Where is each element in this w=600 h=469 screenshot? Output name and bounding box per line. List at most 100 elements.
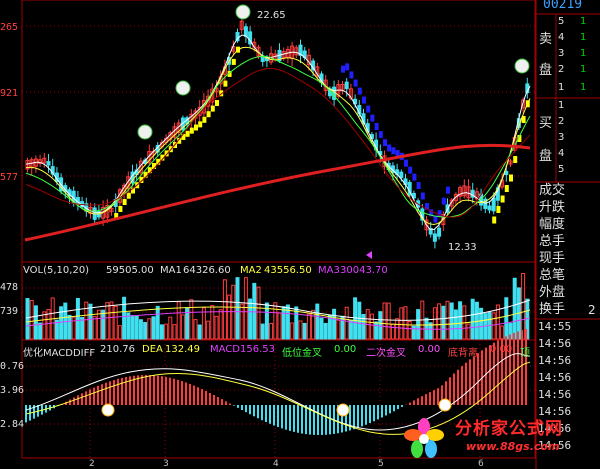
chart-canvas bbox=[21, 0, 600, 469]
watermark-url: www.88gs.com bbox=[466, 440, 560, 453]
tick-time: 14:56 bbox=[538, 354, 572, 367]
trend-block-down bbox=[391, 147, 396, 155]
volume-bar bbox=[33, 305, 38, 340]
trend-block-up bbox=[202, 116, 207, 123]
volume-bar bbox=[340, 315, 345, 340]
macd-indicator-name[interactable]: 优化MACDDIFF bbox=[23, 344, 95, 359]
volume-bar bbox=[134, 315, 139, 340]
volume-bar bbox=[193, 319, 198, 340]
buy-label-2: 盘 bbox=[539, 149, 553, 164]
volume-bar bbox=[172, 324, 177, 340]
trend-block-down bbox=[404, 159, 408, 167]
trend-block-down bbox=[366, 105, 371, 113]
buy-level: 5 bbox=[558, 164, 565, 175]
volume-bar bbox=[218, 309, 223, 340]
vol-ma3-label: MA3 bbox=[318, 265, 340, 276]
volume-bar bbox=[239, 303, 244, 340]
trend-block-up bbox=[126, 192, 131, 199]
volume-bar bbox=[281, 306, 286, 340]
sell-value: 1 bbox=[580, 16, 587, 27]
top-label: 顶 bbox=[520, 348, 530, 359]
volume-bar bbox=[256, 286, 261, 340]
macd-axis-label-low: 2.84 bbox=[0, 419, 25, 430]
volume-bar bbox=[336, 319, 341, 340]
vol-ma1-label: MA1 bbox=[160, 265, 182, 276]
volume-bar bbox=[159, 324, 164, 340]
candle-body bbox=[504, 170, 509, 176]
trend-block-down bbox=[362, 96, 366, 104]
buy-level: 3 bbox=[558, 132, 565, 143]
trend-block-up bbox=[231, 58, 236, 65]
volume-bar bbox=[302, 322, 307, 340]
macd-macd-label: MACD bbox=[210, 344, 240, 355]
volume-bar bbox=[75, 298, 80, 340]
volume-bar bbox=[210, 305, 215, 340]
volume-bar bbox=[491, 312, 496, 340]
trend-block-down bbox=[383, 139, 387, 147]
candle-body bbox=[487, 205, 492, 211]
trend-block-down bbox=[441, 197, 446, 205]
volume-bar bbox=[298, 320, 303, 340]
field-label: 幅度 bbox=[539, 217, 566, 232]
volume-bar bbox=[189, 299, 194, 340]
volume-bar bbox=[500, 325, 505, 340]
trend-block-up bbox=[504, 185, 509, 192]
trend-block-up bbox=[206, 111, 211, 118]
trend-block-up bbox=[513, 156, 518, 163]
volume-bar bbox=[243, 277, 248, 340]
volume-chart bbox=[25, 272, 531, 340]
volume-bar bbox=[113, 305, 118, 340]
volume-bar bbox=[222, 279, 227, 340]
volume-bar bbox=[248, 298, 253, 340]
trend-block-up bbox=[223, 80, 228, 87]
volume-bar bbox=[437, 303, 442, 340]
price-axis-label-mid: 921 bbox=[0, 88, 19, 99]
field-label: 成交 bbox=[539, 183, 566, 198]
volume-bar bbox=[332, 308, 337, 340]
volume-bar bbox=[29, 300, 34, 340]
signal-smiley-icon bbox=[514, 58, 530, 74]
field-label: 升跌 bbox=[539, 200, 566, 215]
volume-bar bbox=[399, 307, 404, 340]
vol-indicator-name[interactable]: VOL(5,10,20) bbox=[23, 265, 89, 276]
macd-axis-label-top: 0.76 bbox=[0, 361, 25, 372]
ma-line-long bbox=[24, 143, 531, 242]
watermark-title: 分析家公式网 bbox=[455, 419, 563, 439]
volume-bar bbox=[323, 322, 328, 340]
low-cross-value: 0.00 bbox=[334, 344, 357, 355]
volume-bar bbox=[180, 314, 185, 340]
sell-label-2: 盘 bbox=[539, 63, 553, 78]
price-chart bbox=[24, 4, 531, 259]
volume-bar bbox=[151, 316, 156, 340]
volume-bar bbox=[382, 302, 387, 340]
buy-level: 2 bbox=[558, 116, 565, 127]
signal-smiley-icon bbox=[175, 80, 191, 96]
volume-bar bbox=[273, 302, 278, 340]
signal-smiley-icon bbox=[235, 4, 251, 20]
trend-block-up bbox=[181, 133, 186, 140]
vol-ma3-value: 30043.70 bbox=[340, 265, 388, 276]
volume-bar bbox=[130, 315, 135, 340]
vol-axis-label-top: 478 bbox=[0, 282, 19, 293]
divergence-value: 0.00 bbox=[490, 344, 513, 355]
field-label: 换手 bbox=[539, 302, 566, 317]
volume-bar bbox=[235, 277, 240, 340]
candle-body bbox=[399, 171, 404, 179]
sell-label-1: 卖 bbox=[539, 32, 553, 47]
volume-bar bbox=[407, 320, 412, 340]
sell-level: 5 bbox=[558, 16, 565, 27]
volume-bar bbox=[319, 317, 324, 340]
trend-block-up bbox=[496, 206, 501, 213]
volume-bar bbox=[38, 322, 43, 340]
volume-bar bbox=[117, 325, 122, 340]
cursor-marker-icon bbox=[366, 251, 372, 259]
volume-bar bbox=[201, 307, 206, 340]
volume-bar bbox=[84, 301, 89, 340]
volume-bar bbox=[369, 313, 374, 340]
volume-bar bbox=[143, 322, 148, 340]
x-axis-label: 3 bbox=[163, 459, 169, 469]
macd-signal-smiley-icon bbox=[101, 403, 115, 417]
sell-value: 1 bbox=[580, 64, 587, 75]
volume-bar bbox=[92, 316, 97, 340]
macd-dea-label: DEA bbox=[142, 344, 163, 355]
